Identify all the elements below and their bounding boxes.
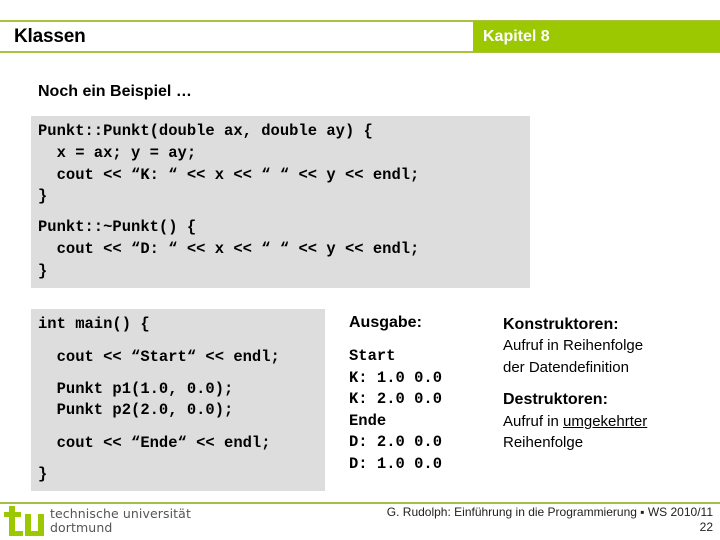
subtitle: Noch ein Beispiel … [38,83,192,100]
code-line: } [38,465,48,483]
output-line: D: 1.0 0.0 [349,455,443,473]
code-line: int main() { [38,315,150,333]
code-line: } [38,187,48,205]
constructors-note-line: der Datendefinition [503,359,629,376]
destructors-note-line: Aufruf in umgekehrter [503,412,647,432]
code-line: cout << “D: “ << x << “ “ << y << endl; [38,240,420,258]
tu-logo-icon [4,506,44,536]
code-line: Punkt::Punkt(double ax, double ay) { [38,122,373,140]
chapter-badge: Kapitel 8 [473,21,720,52]
output-line: K: 1.0 0.0 [349,369,443,387]
code-block-main: int main() { cout << “Start“ << endl; Pu… [31,309,325,491]
code-line: x = ax; y = ay; [38,144,197,162]
code-line: Punkt p1(1.0, 0.0); [38,380,234,398]
university-line-2: dortmund [50,520,113,535]
output-line: K: 2.0 0.0 [349,390,443,408]
university-name: technische universität dortmund [50,507,191,535]
output-heading: Ausgabe: [349,314,422,331]
code-block-constructor-destructor: Punkt::Punkt(double ax, double ay) { x =… [31,116,530,288]
constructors-heading: Konstruktoren: [503,316,619,333]
code-line: } [38,262,48,280]
code-line: cout << “K: “ << x << “ “ << y << endl; [38,166,420,184]
page-number: 22 [699,520,713,534]
footer-credit: G. Rudolph: Einführung in die Programmie… [387,505,713,535]
code-line: Punkt::~Punkt() { [38,218,197,236]
code-line: cout << “Ende“ << endl; [38,434,271,452]
footer-rule [0,502,720,504]
university-line-1: technische universität [50,506,191,521]
destructors-note-prefix: Aufruf in [503,413,564,430]
constructors-note-line: Aufruf in Reihenfolge [503,337,644,354]
output-line: Start [349,347,396,365]
chapter-label: Kapitel 8 [483,28,550,45]
destructors-heading: Destruktoren: [503,391,608,408]
destructors-note-line: Reihenfolge [503,434,584,451]
output-line: D: 2.0 0.0 [349,433,443,451]
slide-title: Klassen [14,26,86,47]
output-line: Ende [349,412,387,430]
destructors-note-emphasis: umgekehrter [563,413,648,430]
course-credit: G. Rudolph: Einführung in die Programmie… [386,505,713,519]
code-line: cout << “Start“ << endl; [38,348,280,366]
code-line: Punkt p2(2.0, 0.0); [38,401,234,419]
